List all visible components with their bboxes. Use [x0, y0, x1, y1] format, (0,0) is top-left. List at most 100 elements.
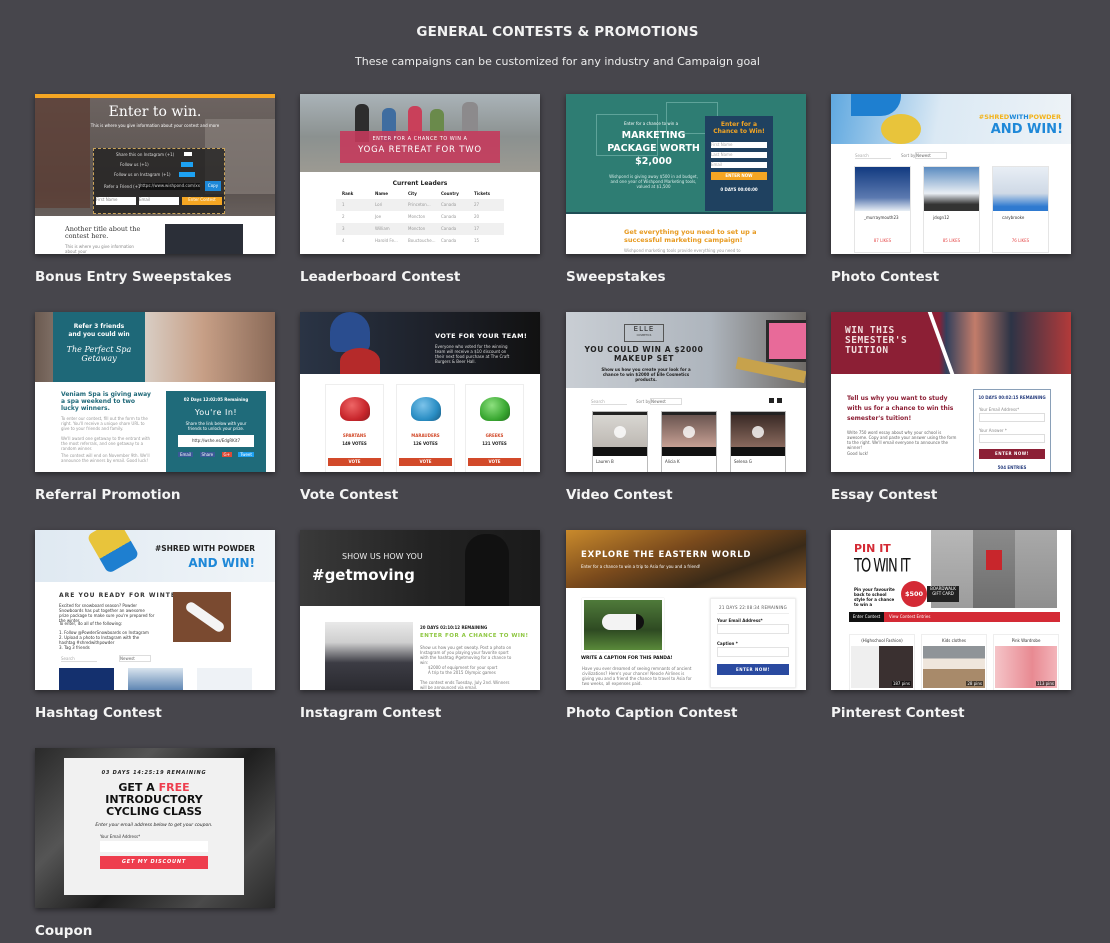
panda-graphic [602, 614, 644, 630]
follow-badge [179, 172, 195, 177]
share-url: http://wshe.es/EdgRKit7 [178, 435, 254, 447]
template-preview[interactable]: PIN IT TO WIN IT Pin your favourite back… [831, 530, 1071, 690]
team-votes: 149 VOTES [342, 441, 367, 446]
copy-button: Copy [205, 181, 221, 191]
athlete-silhouette [465, 534, 509, 606]
pinterest-board: (Highschool Fashion) 187 pins [849, 634, 915, 690]
banner-line: Refer 3 friends and you could win [68, 323, 130, 338]
google-share-button: G+ [221, 452, 232, 457]
template-card[interactable]: ENTER FOR A CHANCE TO WIN A YOGA RETREAT… [300, 94, 540, 285]
entry-card: carybrooke 76 LIKES [992, 166, 1049, 253]
template-card[interactable]: ELLE COSMETICS YOU COULD WIN A $2000 MAK… [566, 312, 806, 503]
template-label[interactable]: Referral Promotion [35, 487, 275, 503]
template-label[interactable]: Coupon [35, 923, 275, 939]
entry-name: Alicia K [665, 459, 680, 464]
referral-url: https://www.wishpond.com/xxx [140, 183, 200, 190]
entry-photo [197, 668, 252, 690]
makeup-palette [766, 320, 806, 362]
play-icon [683, 426, 695, 438]
template-card[interactable]: Refer 3 friends and you could win The Pe… [35, 312, 275, 503]
board-image: 28 pins [923, 646, 985, 688]
template-card[interactable]: Enter for a chance to win a MARKETING PA… [566, 94, 806, 285]
enter-now-button: ENTER NOW [711, 172, 767, 180]
preview-body: Enter your email address below to get yo… [95, 823, 213, 828]
form-field: Last Name [711, 152, 767, 158]
facebook-share-button: Share [199, 452, 216, 457]
preview-heading: Tell us why you want to study with us fo… [847, 395, 954, 422]
entry-name: Selena G [734, 459, 752, 464]
first-name-field: First Name [96, 197, 136, 205]
email-share-button: Email [178, 452, 194, 457]
template-preview[interactable]: SHOW US HOW YOU #getmoving 20 DAYS 02:10… [300, 530, 540, 690]
template-preview[interactable]: VOTE FOR YOUR TEAM! Everyone who voted f… [300, 312, 540, 472]
template-label[interactable]: Photo Contest [831, 269, 1071, 285]
template-card[interactable]: Enter to win. This is where you give inf… [35, 94, 275, 285]
field-label: Your Email Address* [717, 618, 763, 623]
entry-form: 10 DAYS 00:02:15 REMAINING Your Email Ad… [973, 389, 1051, 472]
video-thumbnail [662, 412, 716, 456]
countdown: 20 DAYS 02:10:12 REMAINING [420, 625, 488, 630]
preview-headline: AND WIN! [990, 122, 1063, 137]
template-label[interactable]: Pinterest Contest [831, 705, 1071, 721]
preview-body: Have you ever dreamed of seeing remnants… [582, 666, 692, 686]
preview-body: Show us how you get sweaty. Post a photo… [420, 645, 512, 665]
template-label[interactable]: Hashtag Contest [35, 705, 275, 721]
preview-headline: MARKETING PACKAGE WORTH $2,000 [607, 130, 700, 167]
form-field: Email [711, 162, 767, 168]
board-title: (Highschool Fashion) [861, 638, 903, 643]
form-title: Enter for a Chance to Win! [713, 121, 765, 135]
caption-field [717, 647, 789, 657]
player-blue [330, 312, 370, 352]
preview-intro: Enter for a chance to win a [623, 121, 679, 126]
entry-form-panel: Enter for a Chance to Win! First Name La… [705, 116, 773, 211]
template-preview[interactable]: EXPLORE THE EASTERN WORLD Enter for a ch… [566, 530, 806, 690]
confirmation-panel: 02 Days 12:02:05 Remaining You're In! Sh… [166, 391, 266, 472]
preview-subheading: Another title about the contest here. [65, 225, 141, 240]
template-preview[interactable]: #SHREDWITHPOWDER AND WIN! Search Sort by… [831, 94, 1071, 254]
template-preview[interactable]: Enter to win. This is where you give inf… [35, 94, 275, 254]
template-preview[interactable]: #SHRED WITH POWDER AND WIN! ARE YOU READ… [35, 530, 275, 690]
template-label[interactable]: Vote Contest [300, 487, 540, 503]
template-label[interactable]: Leaderboard Contest [300, 269, 540, 285]
template-card[interactable]: 03 DAYS 14:25:19 REMAINING GET A FREE IN… [35, 748, 275, 939]
leaderboard-title: Current Leaders [392, 180, 448, 187]
template-card[interactable]: EXPLORE THE EASTERN WORLD Enter for a ch… [566, 530, 806, 721]
prize-badge: $500 [901, 581, 927, 607]
preview-heading: Veniam Spa is giving away a spa weekend … [61, 391, 151, 412]
share-buttons: Email Share G+ Tweet [178, 452, 254, 457]
sign-off: Good luck! [847, 451, 869, 456]
table-row: 4 Harold Fe... Bouctouche... Canada 15 [342, 238, 480, 243]
template-card[interactable]: SHOW US HOW YOU #getmoving 20 DAYS 02:10… [300, 530, 540, 721]
play-icon [752, 426, 764, 438]
template-label[interactable]: Essay Contest [831, 487, 1071, 503]
team-card: GREEKS 121 VOTES VOTE [465, 384, 524, 472]
template-card[interactable]: VOTE FOR YOUR TEAM! Everyone who voted f… [300, 312, 540, 503]
footer-text: The contest ends Tuesday, July 2nd. Winn… [420, 680, 510, 690]
template-label[interactable]: Instagram Contest [300, 705, 540, 721]
template-preview[interactable]: ENTER FOR A CHANCE TO WIN A YOGA RETREAT… [300, 94, 540, 254]
brand-logo: ELLE COSMETICS [624, 324, 664, 342]
team-card: SPARTANS 149 VOTES VOTE [325, 384, 384, 472]
template-preview[interactable]: Refer 3 friends and you could win The Pe… [35, 312, 275, 472]
template-preview[interactable]: WIN THIS SEMESTER'S TUITION Tell us why … [831, 312, 1071, 472]
table-header: Rank Name City Country Tickets [336, 191, 504, 199]
template-label[interactable]: Sweepstakes [566, 269, 806, 285]
preview-headline: EXPLORE THE EASTERN WORLD [581, 550, 752, 560]
entry-photo [855, 167, 910, 211]
template-card[interactable]: PIN IT TO WIN IT Pin your favourite back… [831, 530, 1071, 721]
content-section: Another title about the contest here. Th… [35, 216, 275, 254]
template-card[interactable]: #SHRED WITH POWDER AND WIN! ARE YOU READ… [35, 530, 275, 721]
template-label[interactable]: Bonus Entry Sweepstakes [35, 269, 275, 285]
template-preview[interactable]: 03 DAYS 14:25:19 REMAINING GET A FREE IN… [35, 748, 275, 908]
pinterest-board: Kids clothes 28 pins [921, 634, 987, 690]
countdown: 21 DAYS 22:08:34 REMAINING [718, 605, 788, 610]
grid-view-icon [769, 398, 774, 403]
template-card[interactable]: #SHREDWITHPOWDER AND WIN! Search Sort by… [831, 94, 1071, 285]
template-preview[interactable]: Enter for a chance to win a MARKETING PA… [566, 94, 806, 254]
template-label[interactable]: Photo Caption Contest [566, 705, 806, 721]
template-preview[interactable]: ELLE COSMETICS YOU COULD WIN A $2000 MAK… [566, 312, 806, 472]
template-card[interactable]: WIN THIS SEMESTER'S TUITION Tell us why … [831, 312, 1071, 503]
prize-image [173, 592, 231, 642]
twitter-badge [181, 162, 193, 167]
template-label[interactable]: Video Contest [566, 487, 806, 503]
